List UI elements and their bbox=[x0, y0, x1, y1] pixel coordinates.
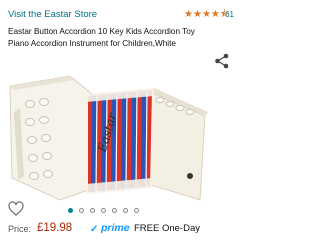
gallery-dots[interactable] bbox=[68, 208, 139, 213]
price-label: Price: bbox=[8, 224, 32, 234]
star-icon: ★ bbox=[184, 9, 193, 20]
rating-count[interactable]: 61 bbox=[225, 10, 234, 19]
star-icon: ★ bbox=[210, 9, 220, 20]
prime-check-icon: ✓ bbox=[90, 224, 99, 235]
gallery-dot[interactable] bbox=[123, 208, 128, 213]
price-value: £19.98 bbox=[37, 222, 73, 234]
star-icon: ★ bbox=[192, 9, 202, 20]
product-title: Eastar Button Accordion 10 Key Kids Acco… bbox=[8, 27, 195, 48]
price-row: Price: £19.98 ✓ prime FREE One-Day bbox=[8, 221, 236, 237]
gallery-dot[interactable] bbox=[134, 208, 139, 213]
gallery-dot[interactable] bbox=[90, 208, 95, 213]
share-icon bbox=[215, 53, 229, 69]
delivery-text: FREE One-Day bbox=[134, 223, 200, 234]
share-button[interactable] bbox=[213, 52, 231, 70]
rating-stars[interactable]: ★ ★ ★ ★ ⯪ bbox=[184, 9, 229, 21]
star-icon: ★ bbox=[201, 9, 211, 20]
store-row: Visit the Eastar Store ★ ★ ★ ★ ⯪ 61 bbox=[8, 9, 234, 23]
accordion-photo: Eastar bbox=[9, 75, 208, 201]
heart-icon bbox=[8, 201, 24, 216]
prime-badge[interactable]: prime bbox=[101, 222, 130, 234]
wishlist-button[interactable] bbox=[8, 201, 24, 217]
gallery-dot[interactable] bbox=[112, 208, 117, 213]
visit-store-link[interactable]: Visit the Eastar Store bbox=[8, 9, 97, 20]
gallery-dot[interactable] bbox=[101, 208, 106, 213]
product-image[interactable]: Eastar bbox=[0, 72, 240, 212]
gallery-dot[interactable] bbox=[68, 208, 73, 213]
gallery-dot[interactable] bbox=[79, 208, 84, 213]
